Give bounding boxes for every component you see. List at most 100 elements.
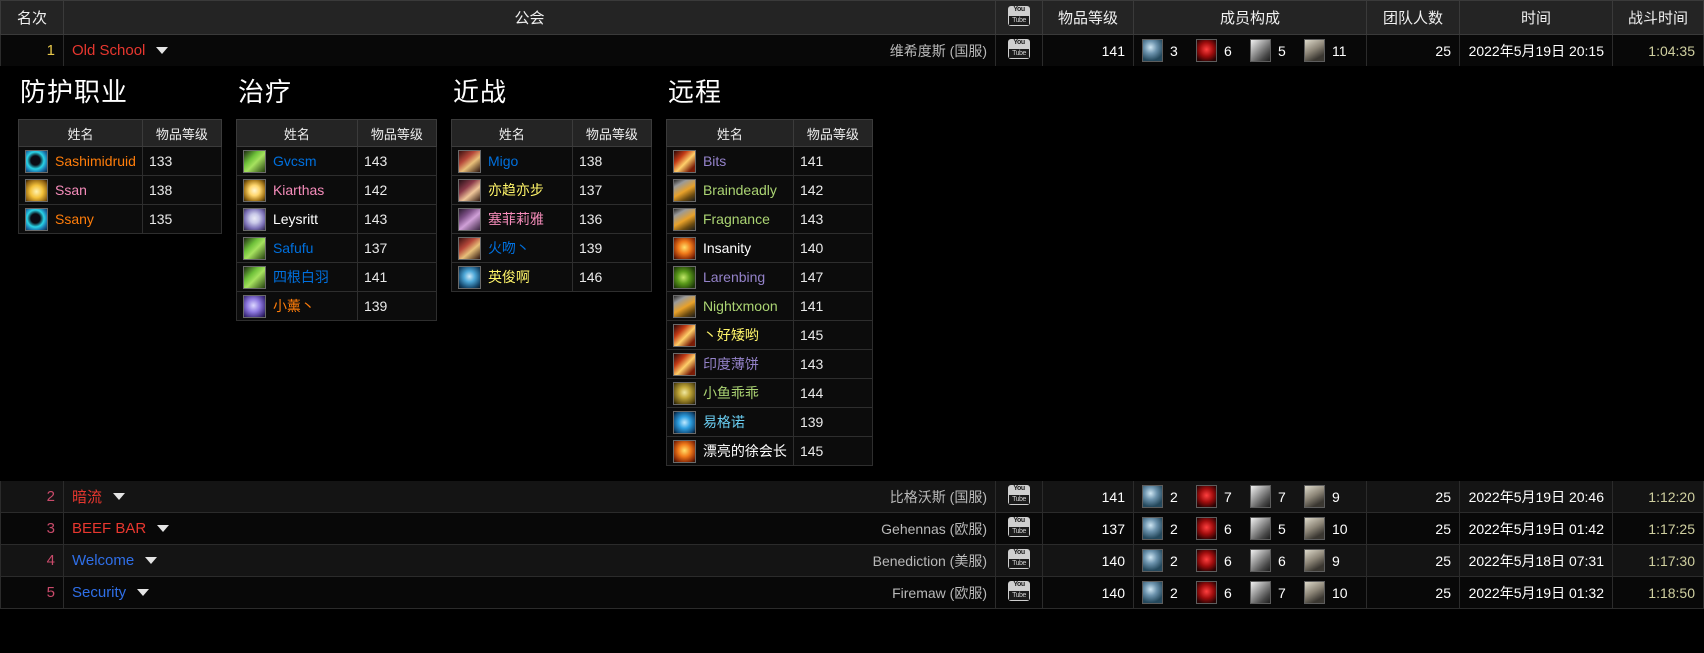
player-name[interactable]: Sashimidruid xyxy=(55,153,136,169)
class-icon xyxy=(672,410,696,434)
player-name[interactable]: Braindeadly xyxy=(703,182,777,198)
player-name[interactable]: Larenbing xyxy=(703,269,765,285)
chevron-down-icon[interactable] xyxy=(113,493,126,500)
player-name[interactable]: 塞菲莉雅 xyxy=(488,209,544,229)
header-rank[interactable]: 名次 xyxy=(0,0,64,35)
date-cell: 2022年5月19日 01:42 xyxy=(1459,512,1613,545)
roster-row[interactable]: Kiarthas 142 xyxy=(235,175,437,205)
player-name[interactable]: 小鱼乖乖 xyxy=(703,383,759,403)
header-item-level[interactable]: 物品等级 xyxy=(1042,0,1134,35)
roster-ilvl-cell: 141 xyxy=(356,262,437,292)
table-row[interactable]: 3 BEEF BAR Gehennas (欧服) You Tube 137 2 6 5 10 25 2… xyxy=(0,512,1704,545)
youtube-cell[interactable]: You Tube xyxy=(995,576,1043,609)
player-name[interactable]: Leysritt xyxy=(273,211,318,227)
roster-row[interactable]: 易格诺 139 xyxy=(665,407,873,437)
roster-table: 姓名 物品等级 Gvcsm 143 Kiarthas 142 Leysritt 143 Safu… xyxy=(235,119,437,321)
chevron-down-icon[interactable] xyxy=(137,589,150,596)
youtube-cell[interactable]: You Tube xyxy=(995,544,1043,577)
roster-row[interactable]: Safufu 137 xyxy=(235,233,437,263)
header-date[interactable]: 时间 xyxy=(1459,0,1613,35)
youtube-icon[interactable]: You Tube xyxy=(1008,39,1030,59)
table-row[interactable]: 5 Security Firemaw (欧服) You Tube 140 2 6 7 10 25 20… xyxy=(0,576,1704,609)
guild-name[interactable]: BEEF BAR xyxy=(72,520,146,537)
composition-group-heal: 6 xyxy=(1196,581,1250,604)
youtube-icon-bottom: Tube xyxy=(1009,591,1029,600)
roster-row[interactable]: Ssan 138 xyxy=(18,175,222,205)
roster-row[interactable]: Ssany 135 xyxy=(18,204,222,234)
roster-row[interactable]: 四根白羽 141 xyxy=(235,262,437,292)
roster-row[interactable]: Braindeadly 142 xyxy=(665,175,873,205)
guild-name[interactable]: Security xyxy=(72,584,126,601)
roster-row[interactable]: 英俊啊 146 xyxy=(450,262,652,292)
guild-name[interactable]: Old School xyxy=(72,42,145,59)
class-icon xyxy=(457,149,481,173)
chevron-down-icon[interactable] xyxy=(156,47,169,54)
composition-group-melee: 7 xyxy=(1250,485,1304,508)
roster-table: 姓名 物品等级 Bits 141 Braindeadly 142 Fragnance 143 I… xyxy=(665,119,873,466)
roster-name-cell: Bits xyxy=(665,146,794,176)
roster-row[interactable]: 小鱼乖乖 144 xyxy=(665,378,873,408)
player-name[interactable]: Safufu xyxy=(273,240,313,256)
player-name[interactable]: Ssany xyxy=(55,211,94,227)
guild-name[interactable]: 暗流 xyxy=(72,486,102,507)
player-name[interactable]: 英俊啊 xyxy=(488,267,530,287)
roster-row[interactable]: Leysritt 143 xyxy=(235,204,437,234)
class-icon xyxy=(672,265,696,289)
roster-row[interactable]: Insanity 140 xyxy=(665,233,873,263)
roster-row[interactable]: Nightxmoon 141 xyxy=(665,291,873,321)
table-row[interactable]: 2 暗流 比格沃斯 (国服) You Tube 141 2 7 7 9 25 2022年5月19日 2… xyxy=(0,480,1704,513)
roster-row[interactable]: Gvcsm 143 xyxy=(235,146,437,176)
youtube-icon[interactable]: You Tube xyxy=(1008,485,1030,505)
player-name[interactable]: 小薰丶 xyxy=(273,296,315,316)
player-name[interactable]: Fragnance xyxy=(703,211,770,227)
rank-number: 2 xyxy=(46,488,55,505)
composition-count: 7 xyxy=(1278,488,1286,505)
guild-cell: 暗流 比格沃斯 (国服) xyxy=(63,480,996,513)
youtube-cell[interactable]: You Tube xyxy=(995,34,1043,67)
roster-row[interactable]: 小薰丶 139 xyxy=(235,291,437,321)
roster-row[interactable]: Bits 141 xyxy=(665,146,873,176)
youtube-icon[interactable]: You Tube xyxy=(1008,581,1030,601)
player-name[interactable]: Insanity xyxy=(703,240,751,256)
guild-cell: BEEF BAR Gehennas (欧服) xyxy=(63,512,996,545)
roster-row[interactable]: Sashimidruid 133 xyxy=(18,146,222,176)
player-name[interactable]: 火吻丶 xyxy=(488,238,530,258)
header-raid-size[interactable]: 团队人数 xyxy=(1366,0,1460,35)
realm-name: Firemaw (欧服) xyxy=(892,584,987,601)
chevron-down-icon[interactable] xyxy=(145,557,158,564)
player-name[interactable]: 四根白羽 xyxy=(273,267,329,287)
youtube-icon-top: You xyxy=(1013,549,1025,556)
header-duration[interactable]: 战斗时间 xyxy=(1612,0,1704,35)
youtube-cell[interactable]: You Tube xyxy=(995,480,1043,513)
player-name[interactable]: 漂亮的徐会长 xyxy=(703,441,787,461)
player-name[interactable]: Ssan xyxy=(55,182,87,198)
player-name[interactable]: Migo xyxy=(488,153,518,169)
player-name[interactable]: 亦趋亦步 xyxy=(488,180,544,200)
player-name[interactable]: Nightxmoon xyxy=(703,298,778,314)
player-name[interactable]: Kiarthas xyxy=(273,182,324,198)
roster-row[interactable]: 漂亮的徐会长 145 xyxy=(665,436,873,466)
roster-row[interactable]: 丶好矮哟 145 xyxy=(665,320,873,350)
player-name[interactable]: 印度薄饼 xyxy=(703,354,759,374)
roster-row[interactable]: 亦趋亦步 137 xyxy=(450,175,652,205)
roster-row[interactable]: Larenbing 147 xyxy=(665,262,873,292)
player-name[interactable]: 易格诺 xyxy=(703,412,745,432)
roster-row[interactable]: Migo 138 xyxy=(450,146,652,176)
table-row[interactable]: 4 Welcome Benediction (美服) You Tube 140 2 6 6 9 25… xyxy=(0,544,1704,577)
player-name[interactable]: Bits xyxy=(703,153,726,169)
chevron-down-icon[interactable] xyxy=(157,525,170,532)
roster-row[interactable]: 火吻丶 139 xyxy=(450,233,652,263)
youtube-cell[interactable]: You Tube xyxy=(995,512,1043,545)
youtube-icon[interactable]: You Tube xyxy=(1008,517,1030,537)
header-composition[interactable]: 成员构成 xyxy=(1133,0,1367,35)
tank-icon xyxy=(1142,581,1163,604)
guild-name[interactable]: Welcome xyxy=(72,552,134,569)
player-name[interactable]: 丶好矮哟 xyxy=(703,325,759,345)
roster-row[interactable]: 印度薄饼 143 xyxy=(665,349,873,379)
youtube-icon[interactable]: You Tube xyxy=(1008,549,1030,569)
header-guild[interactable]: 公会 xyxy=(63,0,996,35)
table-row[interactable]: 1 Old School 维希度斯 (国服) You Tube 141 3 6 5 11 25 202… xyxy=(0,34,1704,67)
roster-row[interactable]: 塞菲莉雅 136 xyxy=(450,204,652,234)
roster-row[interactable]: Fragnance 143 xyxy=(665,204,873,234)
player-name[interactable]: Gvcsm xyxy=(273,153,317,169)
